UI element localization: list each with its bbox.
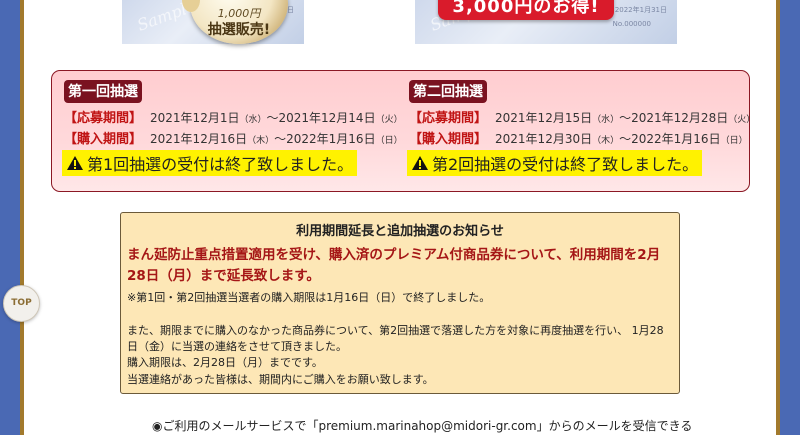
- gold-medal-badge: 1,000円 抽選販売!: [182, 0, 288, 44]
- purchase-deadline-note: ※第1回・第2回抽選当選者の購入期限は1月16日（日）で終了しました。: [127, 291, 491, 304]
- first-apply-period: 【応募期間】 2021年12月1日（水）〜2021年12月14日（火）: [64, 111, 403, 126]
- savings-tag: 3,000円のお得!: [438, 0, 614, 20]
- savings-tag-text: 3,000円のお得!: [452, 0, 600, 17]
- second-closed-text: 第2回抽選の受付は終了致しました。: [432, 155, 699, 174]
- first-closed-text: 第1回抽選の受付は終了致しました。: [87, 155, 354, 174]
- first-lottery-heading: 第一回抽選: [64, 80, 142, 103]
- first-purchase-period: 【購入期間】 2021年12月16日（木）〜2022年1月16日（日）: [64, 132, 403, 147]
- ticket-date: 2022年1月31日: [614, 6, 667, 14]
- mail-receive-note: ◉ご利用のメールサービスで「premium.marinahop@midori-g…: [152, 419, 693, 433]
- apply-period-label: 【応募期間】: [409, 111, 488, 126]
- purchase-period-label: 【購入期間】: [409, 132, 488, 147]
- warning-icon: [67, 156, 83, 170]
- warning-icon: [412, 156, 428, 170]
- second-apply-period: 【応募期間】 2021年12月15日（水）〜2021年12月28日（火）: [409, 111, 756, 126]
- scroll-top-button[interactable]: TOP: [3, 285, 40, 322]
- purchase-period-label: 【購入期間】: [64, 132, 143, 147]
- second-closed-notice: 第2回抽選の受付は終了致しました。: [407, 150, 703, 176]
- redraw-paragraph-line1: また、期限までに購入のなかった商品券について、第2回抽選で落選した方を対象に再度…: [127, 324, 664, 337]
- ticket-number: No.000000: [612, 20, 651, 28]
- second-purchase-period: 【購入期間】 2021年12月30日（木）〜2022年1月16日（日）: [409, 132, 748, 147]
- notice-title: 利用期間延長と追加抽選のお知らせ: [296, 224, 504, 239]
- purchase-request-line: 当選連絡があった皆様は、期間内にご購入をお願い致します。: [127, 373, 434, 386]
- lottery-periods-box: 第一回抽選 【応募期間】 2021年12月1日（水）〜2021年12月14日（火）…: [51, 70, 755, 192]
- redraw-paragraph-line2: 日（金）に当選の連絡をさせて頂きました。: [127, 340, 347, 353]
- first-closed-notice: 第1回抽選の受付は終了致しました。: [62, 150, 358, 176]
- extension-highlight: まん延防止重点措置適用を受け、購入済のプレミアム付商品券について、利用期間を2月…: [127, 247, 661, 284]
- medal-caption: 抽選販売!: [207, 22, 271, 38]
- purchase-deadline-line: 購入期限は、2月28日（月）までです。: [127, 356, 323, 369]
- apply-period-label: 【応募期間】: [64, 111, 143, 126]
- second-lottery-heading: 第二回抽選: [409, 80, 487, 103]
- extension-notice-box: 利用期間延長と追加抽選のお知らせ まん延防止重点措置適用を受け、購入済のプレミア…: [120, 212, 680, 394]
